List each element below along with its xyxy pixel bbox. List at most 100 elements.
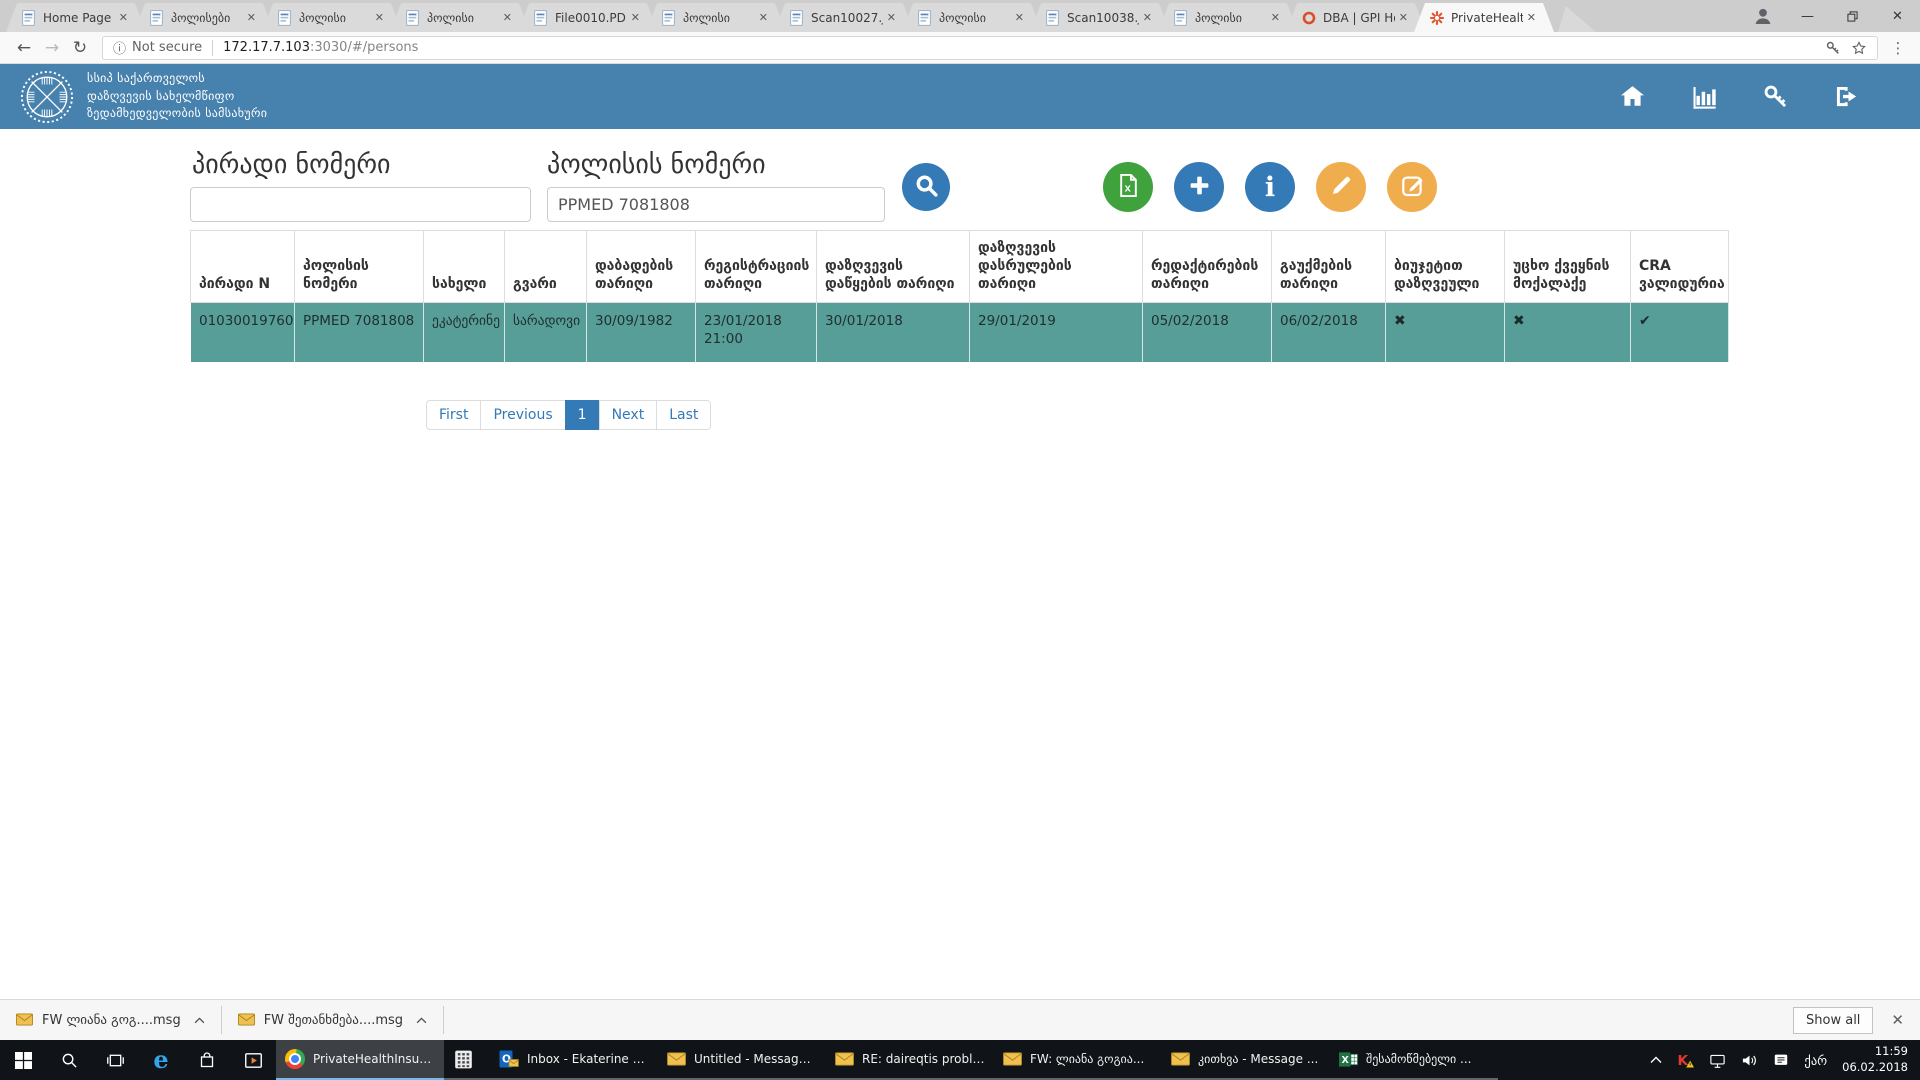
edge-icon[interactable]: e <box>138 1040 184 1080</box>
pencil-icon <box>1329 173 1354 201</box>
restore-button[interactable] <box>1830 0 1875 32</box>
messages-icon[interactable] <box>1773 1052 1789 1068</box>
taskbar-clock[interactable]: 11:59 06.02.2018 <box>1842 1044 1908 1075</box>
show-all-button[interactable]: Show all <box>1793 1007 1873 1034</box>
tab-close-icon[interactable]: ✕ <box>119 11 128 24</box>
taskbar-window-button[interactable]: RE: daireqtis proble... <box>826 1040 994 1080</box>
tab-close-icon[interactable]: ✕ <box>503 11 512 24</box>
browser-tab[interactable]: პოლისი ✕ <box>262 3 402 32</box>
password-key-icon[interactable] <box>1825 40 1841 56</box>
bookmark-star-icon[interactable] <box>1851 40 1867 56</box>
security-chip[interactable]: Not secure <box>132 40 202 55</box>
table-cell: 30/09/1982 <box>587 302 696 362</box>
pagination-button[interactable]: First <box>426 400 481 430</box>
close-window-button[interactable]: ✕ <box>1875 0 1920 32</box>
tab-close-icon[interactable]: ✕ <box>1399 11 1408 24</box>
browser-profile-icon[interactable] <box>1741 0 1785 32</box>
download-item[interactable]: FW ლიანა გოგ....msg <box>0 1000 221 1040</box>
table-row[interactable]: 01030019760PPMED 7081808ეკატერინესარადოვ… <box>191 302 1729 362</box>
tab-favicon-icon <box>662 10 677 26</box>
browser-tab[interactable]: Scan10027.JPG ✕ <box>774 3 914 32</box>
chevron-up-icon[interactable] <box>194 1017 205 1024</box>
org-line-3: ზედამხედველობის სამსახური <box>87 105 267 122</box>
new-tab-button[interactable] <box>1558 6 1604 32</box>
window-button-label: RE: daireqtis proble... <box>862 1052 985 1066</box>
taskbar: e PrivateHealthInsura... O Inbox - Ekate… <box>0 1040 1920 1080</box>
key-icon[interactable] <box>1762 83 1789 110</box>
tab-close-icon[interactable]: ✕ <box>247 11 256 24</box>
window-button-label: PrivateHealthInsura... <box>313 1052 435 1066</box>
personal-number-input[interactable] <box>190 187 531 222</box>
browser-tab[interactable]: პოლისი ✕ <box>390 3 530 32</box>
store-icon[interactable] <box>184 1040 230 1080</box>
tab-close-icon[interactable]: ✕ <box>759 11 768 24</box>
add-button[interactable] <box>1174 162 1224 212</box>
taskbar-search-icon[interactable] <box>46 1040 92 1080</box>
network-icon[interactable] <box>1709 1052 1726 1069</box>
tab-close-icon[interactable]: ✕ <box>1015 11 1024 24</box>
register-edit-button[interactable] <box>1387 162 1437 212</box>
taskbar-window-button[interactable]: PrivateHealthInsura... <box>276 1040 444 1080</box>
close-downloads-icon[interactable]: ✕ <box>1891 1011 1904 1029</box>
language-indicator[interactable]: ქარ <box>1804 1053 1827 1068</box>
info-button[interactable]: i <box>1245 162 1295 212</box>
movies-tv-icon[interactable] <box>230 1040 276 1080</box>
table-cell: 30/01/2018 <box>817 302 970 362</box>
home-icon[interactable] <box>1619 83 1646 110</box>
volume-icon[interactable] <box>1741 1052 1758 1069</box>
chevron-up-icon[interactable] <box>416 1017 427 1024</box>
tab-label: DBA | GPI Hold <box>1323 11 1395 25</box>
browser-tab[interactable]: File0010.PDF ✕ <box>518 3 658 32</box>
taskbar-window-button[interactable]: კითხვა - Message ... <box>1162 1040 1330 1080</box>
svg-text:X: X <box>1341 1054 1349 1065</box>
browser-tab[interactable]: Home Page ✕ <box>6 3 146 32</box>
export-excel-button[interactable]: x <box>1103 162 1153 212</box>
tab-close-icon[interactable]: ✕ <box>1143 11 1152 24</box>
pagination-button[interactable]: Last <box>656 400 711 430</box>
taskbar-window-button[interactable]: O Inbox - Ekaterine O... <box>490 1040 658 1080</box>
info-circle-icon[interactable]: ⓘ <box>113 38 126 57</box>
edit-button[interactable] <box>1316 162 1366 212</box>
forward-button[interactable]: → <box>38 38 66 58</box>
pagination-button[interactable]: Next <box>599 400 658 430</box>
pagination-button[interactable]: 1 <box>565 400 600 430</box>
statistics-icon[interactable] <box>1690 83 1718 111</box>
tab-label: პოლისი <box>683 11 755 25</box>
taskbar-window-button[interactable]: FW: ლიანა გოგია... <box>994 1040 1162 1080</box>
browser-tab[interactable]: PrivateHealthI ✕ <box>1414 3 1554 32</box>
reload-button[interactable]: ↻ <box>66 38 94 58</box>
pagination-button[interactable]: Previous <box>480 400 565 430</box>
hidden-icons-chevron-icon[interactable] <box>1650 1056 1662 1064</box>
taskbar-window-button[interactable]: Untitled - Message ... <box>658 1040 826 1080</box>
outlook-icon: O <box>499 1049 519 1069</box>
tab-close-icon[interactable]: ✕ <box>375 11 384 24</box>
minimize-button[interactable]: — <box>1785 0 1830 32</box>
address-bar[interactable]: ⓘ Not secure 172.17.7.103 :3030/#/person… <box>102 36 1878 60</box>
start-button-icon[interactable] <box>0 1040 46 1080</box>
browser-menu-icon[interactable]: ⋮ <box>1886 39 1910 57</box>
back-button[interactable]: ← <box>10 38 38 58</box>
browser-tab[interactable]: პოლისი ✕ <box>646 3 786 32</box>
tab-favicon-icon <box>1174 10 1189 26</box>
download-item[interactable]: FW შეთანხმება....msg <box>222 1000 443 1040</box>
policy-number-input[interactable] <box>547 187 885 222</box>
column-header: CRA ვალიდურია <box>1631 231 1729 303</box>
search-button[interactable] <box>902 163 950 211</box>
tab-close-icon[interactable]: ✕ <box>631 11 640 24</box>
tab-close-icon[interactable]: ✕ <box>887 11 896 24</box>
tab-close-icon[interactable]: ✕ <box>1527 11 1536 24</box>
sign-out-icon[interactable] <box>1833 83 1860 110</box>
tab-close-icon[interactable]: ✕ <box>1271 11 1280 24</box>
kaspersky-icon[interactable]: K <box>1677 1052 1694 1069</box>
browser-tab[interactable]: პოლისი ✕ <box>902 3 1042 32</box>
browser-tab[interactable]: პოლისები ✕ <box>134 3 274 32</box>
task-view-icon[interactable] <box>92 1040 138 1080</box>
window-button-label: შესამოწმებელი ... <box>1366 1052 1472 1066</box>
taskbar-window-button[interactable] <box>444 1040 490 1080</box>
mail-icon <box>1003 1052 1022 1066</box>
browser-tab[interactable]: DBA | GPI Hold ✕ <box>1286 3 1426 32</box>
url-host: 172.17.7.103 <box>223 40 310 55</box>
browser-tab[interactable]: პოლისი ✕ <box>1158 3 1298 32</box>
taskbar-window-button[interactable]: X შესამოწმებელი ... <box>1330 1040 1498 1080</box>
browser-tab[interactable]: Scan10038.JPG ✕ <box>1030 3 1170 32</box>
